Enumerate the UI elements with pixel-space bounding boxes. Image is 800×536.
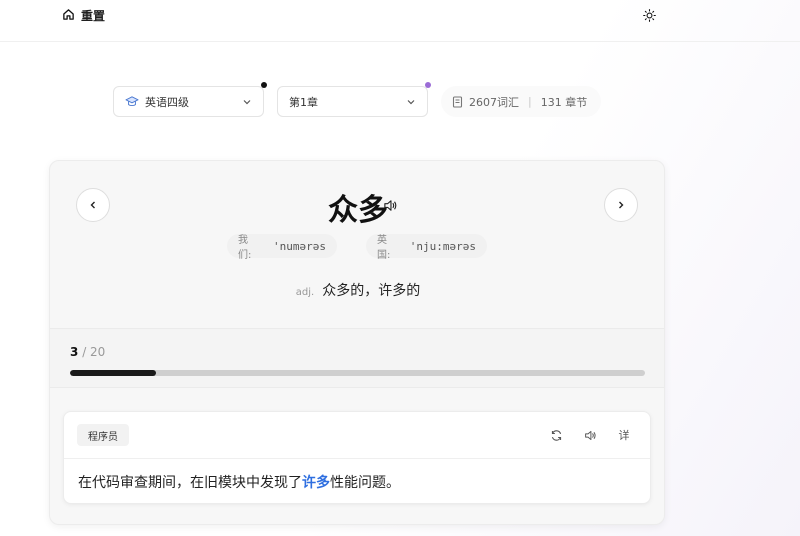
uk-label: 英国: xyxy=(377,235,391,261)
home-icon xyxy=(62,8,75,24)
progress-section: 3 / 20 xyxy=(50,328,664,388)
progress-total: / 20 xyxy=(82,345,106,359)
definition: adj. 众多的，许多的 xyxy=(50,280,666,300)
word-title: 众多 xyxy=(328,193,388,228)
status-dot xyxy=(425,82,431,88)
graduation-cap-icon xyxy=(125,95,139,108)
progress-bar xyxy=(70,370,645,376)
refresh-icon xyxy=(551,429,561,441)
us-label: 我们: xyxy=(238,235,252,261)
chapter-count: 131 章节 xyxy=(540,95,588,109)
stats-divider: | xyxy=(528,95,532,108)
top-bar: 重置 xyxy=(0,0,800,42)
reset-label: 重置 xyxy=(81,9,106,23)
us-phonetic: 'numərəs xyxy=(273,239,326,253)
progress-counter: 3 / 20 xyxy=(70,345,105,359)
uk-phonetic: 'nju:mərəs xyxy=(409,239,476,253)
definition-text: 众多的，许多的 xyxy=(322,283,421,299)
chevron-right-icon xyxy=(619,201,624,209)
speaker-icon[interactable] xyxy=(383,198,398,213)
us-pronunciation-button[interactable]: 我们: 'numərəs xyxy=(227,234,337,261)
theme-toggle-button[interactable] xyxy=(641,7,658,24)
next-word-button[interactable] xyxy=(604,188,638,222)
example-speaker-button[interactable] xyxy=(581,426,599,444)
refresh-button[interactable] xyxy=(547,426,565,444)
chevron-down-icon xyxy=(243,100,251,105)
chapter-select[interactable]: 第1章 xyxy=(277,82,431,117)
chevron-down-icon xyxy=(407,100,415,105)
uk-pronunciation-button[interactable]: 英国: 'nju:mərəs xyxy=(366,234,487,261)
book-select[interactable]: 英语四级 xyxy=(113,82,267,117)
sentence-after: 性能问题。 xyxy=(330,475,400,491)
status-dot xyxy=(261,82,267,88)
example-card: 程序员 详 在代码审查期间，在旧模块中发现了许多性能问题。 xyxy=(63,411,651,504)
part-of-speech: adj. xyxy=(295,287,315,298)
progress-current: 3 xyxy=(70,345,79,359)
sun-icon xyxy=(643,9,656,22)
reset-button[interactable]: 重置 xyxy=(62,7,105,24)
detail-button[interactable]: 详 xyxy=(615,426,633,444)
sentence-before: 在代码审查期间，在旧模块中发现了 xyxy=(78,475,302,491)
speaker-icon xyxy=(584,430,596,440)
context-tag: 程序员 xyxy=(77,424,129,446)
word-card: 众多 我们: 'numərəs 英国: 'nju:mərəs adj. 众多的，许… xyxy=(49,160,665,525)
book-select-value: 英语四级 xyxy=(145,95,189,109)
chapter-select-value: 第1章 xyxy=(289,95,318,109)
sentence-highlight: 许多 xyxy=(302,475,330,491)
book-stats: 2607词汇 | 131 章节 xyxy=(441,86,601,117)
book-icon xyxy=(452,95,463,108)
example-header: 程序员 详 xyxy=(64,412,650,459)
word-count: 2607词汇 xyxy=(469,95,519,109)
progress-bar-fill xyxy=(70,370,157,376)
example-sentence: 在代码审查期间，在旧模块中发现了许多性能问题。 xyxy=(78,472,400,492)
